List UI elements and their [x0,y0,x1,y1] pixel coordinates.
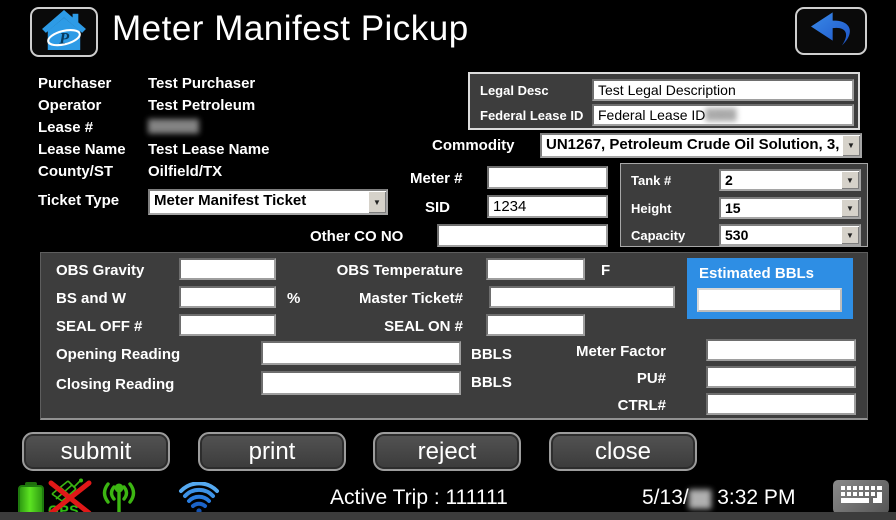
commodity-selected: UN1267, Petroleum Crude Oil Solution, 3,… [542,135,842,156]
back-button[interactable] [795,7,867,55]
master-ticket-label: Master Ticket# [311,290,463,307]
datetime-status: 5/13/██ 3:32 PM [642,486,795,510]
ticket-type-selected: Meter Manifest Ticket [150,191,368,213]
chevron-down-icon[interactable]: ▼ [841,171,859,189]
obs-gravity-label: OBS Gravity [56,262,144,279]
lease-name-value: Test Lease Name [148,141,269,158]
tank-panel: Tank # 2 ▼ Height 15 ▼ Capacity 530 ▼ [620,163,868,247]
federal-lease-id-label: Federal Lease ID [480,108,583,123]
home-button[interactable]: P [30,7,98,57]
lease-number-value: ██████ [148,119,199,133]
ticket-type-select[interactable]: Meter Manifest Ticket ▼ [148,189,388,215]
operator-label: Operator [38,97,101,114]
ctrl-number-label: CTRL# [521,397,666,414]
time-text: 3:32 PM [711,486,795,509]
chevron-down-icon[interactable]: ▼ [368,191,386,213]
sid-label: SID [425,199,450,216]
federal-lease-id-text: Federal Lease ID [598,107,705,123]
percent-unit-label: % [287,290,300,307]
height-select[interactable]: 15 ▼ [719,197,861,219]
capacity-selected: 530 [721,226,841,244]
obs-gravity-input[interactable] [179,258,276,280]
opening-bbls-unit: BBLS [471,346,512,363]
capacity-label: Capacity [631,228,685,243]
seal-on-label: SEAL ON # [311,318,463,335]
meter-number-input[interactable] [487,166,608,189]
master-ticket-input[interactable] [489,286,675,308]
bs-and-w-label: BS and W [56,290,126,307]
measurements-panel: OBS Gravity OBS Temperature F Estimated … [40,252,868,420]
height-selected: 15 [721,199,841,217]
seal-off-input[interactable] [179,314,276,336]
back-arrow-icon [803,9,859,54]
lease-number-label: Lease # [38,119,93,136]
closing-reading-input[interactable] [261,371,461,395]
seal-on-input[interactable] [486,314,585,336]
obs-temperature-input[interactable] [486,258,585,280]
meter-manifest-pickup-screen: P Meter Manifest Pickup Purchaser Test P… [0,0,896,520]
closing-bbls-unit: BBLS [471,374,512,391]
height-label: Height [631,201,671,216]
keyboard-icon [838,483,884,512]
active-trip-status: Active Trip : 111111 [330,486,508,510]
bs-and-w-input[interactable] [179,286,276,308]
reject-button[interactable]: reject [373,432,521,471]
county-state-value: Oilfield/TX [148,163,222,180]
purchaser-label: Purchaser [38,75,111,92]
pu-number-label: PU# [521,370,666,387]
chevron-down-icon[interactable]: ▼ [842,135,860,156]
meter-factor-input[interactable] [706,339,856,361]
purchaser-value: Test Purchaser [148,75,255,92]
lease-name-label: Lease Name [38,141,126,158]
closing-reading-label: Closing Reading [56,376,174,393]
opening-reading-input[interactable] [261,341,461,365]
submit-button[interactable]: submit [22,432,170,471]
tank-number-label: Tank # [631,173,671,188]
other-co-no-input[interactable] [437,224,608,247]
obs-temperature-label: OBS Temperature [311,262,463,279]
print-button[interactable]: print [198,432,346,471]
sid-input[interactable] [487,195,608,218]
legal-desc-label: Legal Desc [480,83,549,98]
capacity-select[interactable]: 530 ▼ [719,224,861,246]
date-redacted: ██ [689,491,712,508]
legal-desc-input[interactable] [592,79,854,101]
temp-unit-label: F [601,262,610,279]
ticket-type-label: Ticket Type [38,192,119,209]
svg-text:P: P [58,29,70,47]
commodity-select[interactable]: UN1267, Petroleum Crude Oil Solution, 3,… [540,133,862,158]
page-title: Meter Manifest Pickup [112,9,469,49]
chevron-down-icon[interactable]: ▼ [841,226,859,244]
bottom-edge-bar [0,512,896,520]
date-text: 5/13/ [642,486,689,509]
close-button[interactable]: close [549,432,697,471]
battery-icon [18,482,44,516]
seal-off-label: SEAL OFF # [56,318,142,335]
opening-reading-label: Opening Reading [56,346,180,363]
chevron-down-icon[interactable]: ▼ [841,199,859,217]
operator-value: Test Petroleum [148,97,255,114]
federal-lease-id-redacted: ████ [705,109,736,121]
estimated-bbls-box: Estimated BBLs [687,258,853,319]
home-logo-icon: P [41,9,87,56]
commodity-label: Commodity [432,137,515,154]
ctrl-number-input[interactable] [706,393,856,415]
federal-lease-id-input[interactable]: Federal Lease ID ████ [592,104,854,126]
legal-panel: Legal Desc Federal Lease ID Federal Leas… [468,72,860,130]
county-state-label: County/ST [38,163,113,180]
estimated-bbls-input[interactable] [697,288,842,312]
pu-number-input[interactable] [706,366,856,388]
other-co-no-label: Other CO NO [310,228,403,245]
estimated-bbls-label: Estimated BBLs [699,265,814,282]
keyboard-button[interactable] [833,480,889,514]
meter-number-label: Meter # [410,170,463,187]
meter-factor-label: Meter Factor [521,343,666,360]
tank-number-select[interactable]: 2 ▼ [719,169,861,191]
tank-number-selected: 2 [721,171,841,189]
